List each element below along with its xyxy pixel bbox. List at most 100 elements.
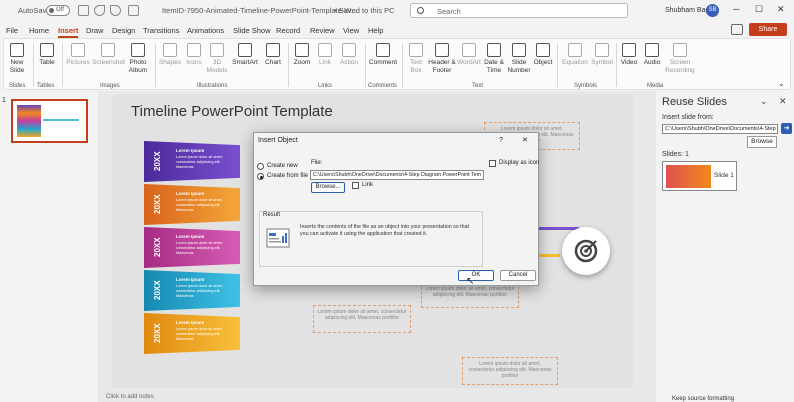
new-slide-button[interactable]: New Slide <box>6 43 28 74</box>
link-button[interactable]: Link <box>314 43 336 67</box>
dialog-close-button[interactable]: ✕ <box>522 136 528 144</box>
timeline-band-1[interactable]: 20XX Lorem Ipsum Lorem ipsum dolor sit a… <box>144 141 240 182</box>
dialog-title: Insert Object <box>258 137 298 144</box>
object-label: Object <box>533 59 553 66</box>
table-button[interactable]: Table <box>36 43 58 67</box>
divider <box>33 43 34 87</box>
zoom-icon <box>295 43 309 57</box>
target-icon[interactable] <box>562 227 610 275</box>
create-new-radio[interactable] <box>257 163 264 170</box>
ok-button[interactable]: OK <box>458 270 494 281</box>
insert-from-select[interactable]: C:\Users\Shubh\OneDrive\Documents\4-Step <box>662 124 778 134</box>
browse-file-button[interactable]: Browse... <box>311 182 345 193</box>
zoom-button[interactable]: Zoom <box>291 43 313 67</box>
divider <box>616 43 617 87</box>
undo-icon[interactable] <box>94 5 105 16</box>
save-icon[interactable] <box>78 5 89 16</box>
tab-slide-show[interactable]: Slide Show <box>233 26 271 35</box>
comments-icon[interactable] <box>731 24 743 35</box>
slide-title[interactable]: Timeline PowerPoint Template <box>131 103 333 120</box>
maximize-icon[interactable]: ☐ <box>755 4 763 15</box>
pictures-button[interactable]: Pictures <box>65 43 91 67</box>
slide-number-icon <box>512 43 526 57</box>
band-year: 20XX <box>153 280 162 301</box>
screenshot-label: Screenshot <box>92 59 125 66</box>
file-path-input[interactable]: C:\Users\Shubh\OneDrive\Documents\4-Step… <box>310 170 484 180</box>
timeline-band-4[interactable]: 20XX Lorem Ipsum Lorem ipsum dolor sit a… <box>144 270 240 311</box>
customize-qat-icon[interactable] <box>128 5 139 16</box>
keep-formatting-label[interactable]: Keep source formatting <box>672 396 734 402</box>
group-slides: Slides <box>9 83 26 89</box>
shapes-icon <box>163 43 177 57</box>
screen-recording-button[interactable]: Screen Recording <box>664 43 696 74</box>
tab-review[interactable]: Review <box>310 26 335 35</box>
text-placeholder[interactable]: Lorem ipsum dolor sit amet, consectetur … <box>313 305 411 333</box>
smartart-icon <box>238 43 252 57</box>
audio-button[interactable]: Audio <box>641 43 663 67</box>
tab-record[interactable]: Record <box>276 26 300 35</box>
action-button[interactable]: Action <box>337 43 361 67</box>
equation-button[interactable]: Equation <box>560 43 590 67</box>
collapse-ribbon-icon[interactable]: ⌄ <box>778 79 785 88</box>
reuse-slide-thumbnail[interactable]: Slide 1 <box>662 161 737 191</box>
autosave-toggle[interactable]: Off <box>46 5 70 16</box>
create-new-label[interactable]: Create new <box>267 163 298 169</box>
tab-design[interactable]: Design <box>112 26 135 35</box>
photo-album-button[interactable]: Photo Album <box>125 43 151 74</box>
icons-button[interactable]: Icons <box>183 43 205 67</box>
text-placeholder[interactable]: Lorem ipsum dolor sit amet, consectetur … <box>462 357 558 385</box>
wordart-button[interactable]: WordArt <box>456 43 482 67</box>
link-checkbox[interactable] <box>352 182 359 189</box>
browse-button[interactable]: Browse <box>747 136 777 148</box>
shapes-button[interactable]: Shapes <box>158 43 182 67</box>
date-time-button[interactable]: Date & Time <box>482 43 506 74</box>
object-button[interactable]: Object <box>532 43 554 67</box>
band-year: 20XX <box>153 323 162 344</box>
slide-number-button[interactable]: Slide Number <box>506 43 532 74</box>
text-box-button[interactable]: Text Box <box>404 43 428 74</box>
slide-thumbnail[interactable] <box>11 99 88 143</box>
close-pane-icon[interactable]: ✕ <box>779 96 787 107</box>
tab-file[interactable]: File <box>6 26 18 35</box>
go-arrow-icon[interactable]: ➜ <box>781 123 792 134</box>
smartart-button[interactable]: SmartArt <box>230 43 260 67</box>
create-from-file-label[interactable]: Create from file <box>267 173 308 179</box>
tab-transitions[interactable]: Transitions <box>143 26 179 35</box>
video-button[interactable]: Video <box>618 43 640 67</box>
notes-placeholder[interactable]: Click to add notes <box>98 394 656 402</box>
symbol-button[interactable]: Symbol <box>590 43 614 67</box>
avatar[interactable]: SB <box>706 4 719 17</box>
timeline-band-2[interactable]: 20XX Lorem Ipsum Lorem ipsum dolor sit a… <box>144 184 240 225</box>
display-as-icon-label[interactable]: Display as icon <box>499 160 539 166</box>
cursor-icon: ↖ <box>466 276 475 287</box>
cube-icon <box>210 43 224 57</box>
3d-models-button[interactable]: 3D Models <box>206 43 228 74</box>
wordart-label: WordArt <box>457 59 481 66</box>
tab-draw[interactable]: Draw <box>86 26 104 35</box>
display-as-icon-checkbox[interactable] <box>489 160 496 167</box>
tab-view[interactable]: View <box>343 26 359 35</box>
target-svg <box>574 239 598 263</box>
screenshot-button[interactable]: Screenshot <box>92 43 125 67</box>
tab-animations[interactable]: Animations <box>187 26 224 35</box>
link-label[interactable]: Link <box>362 182 373 188</box>
close-window-icon[interactable]: ✕ <box>777 4 785 15</box>
saved-status: • Saved to this PC <box>334 6 395 15</box>
redo-icon[interactable] <box>110 5 121 16</box>
comment-button[interactable]: Comment <box>367 43 399 67</box>
cancel-button[interactable]: Cancel <box>500 270 536 281</box>
timeline-band-5[interactable]: 20XX Lorem Ipsum Lorem ipsum dolor sit a… <box>144 313 240 354</box>
tab-home[interactable]: Home <box>29 26 49 35</box>
create-from-file-radio[interactable] <box>257 173 264 180</box>
video-label: Video <box>620 59 638 66</box>
tab-insert[interactable]: Insert <box>58 26 79 38</box>
tab-help[interactable]: Help <box>368 26 383 35</box>
minimize-icon[interactable]: ─ <box>733 4 739 14</box>
help-button[interactable]: ? <box>499 137 503 144</box>
header-footer-button[interactable]: Header & Footer <box>428 43 456 74</box>
chart-button[interactable]: Chart <box>262 43 284 67</box>
timeline-band-3[interactable]: 20XX Lorem Ipsum Lorem ipsum dolor sit a… <box>144 227 240 268</box>
pane-options-icon[interactable]: ⌄ <box>760 96 768 107</box>
search-box[interactable]: Search <box>410 3 628 18</box>
share-button[interactable]: Share <box>749 23 787 36</box>
